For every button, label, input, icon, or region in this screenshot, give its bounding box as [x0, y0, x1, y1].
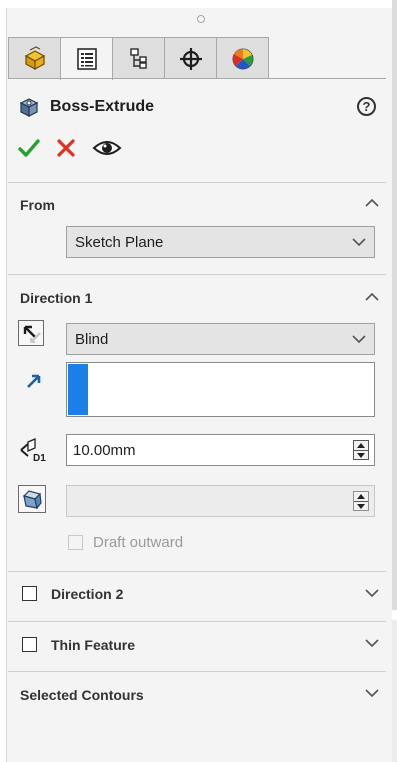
spin-down-icon	[357, 453, 365, 458]
eye-icon	[92, 141, 122, 155]
chevron-down-icon[interactable]	[365, 638, 379, 648]
thin-feature-section-title[interactable]: Thin Feature	[51, 637, 135, 653]
checkmark-icon	[18, 139, 40, 157]
cancel-button[interactable]	[56, 138, 76, 158]
direction1-section-title[interactable]: Direction 1	[20, 290, 92, 306]
help-icon[interactable]: ?	[357, 97, 376, 116]
boss-extrude-icon	[19, 98, 39, 117]
manager-tabs	[8, 37, 269, 80]
from-select[interactable]: Sketch Plane	[66, 226, 375, 258]
close-icon	[57, 139, 75, 157]
chevron-down-icon	[352, 335, 366, 344]
draft-angle-input[interactable]	[66, 485, 375, 517]
ok-button[interactable]	[18, 138, 40, 158]
panel-scroll-edge-lower	[392, 620, 397, 762]
dimxpertmanager-icon	[179, 47, 202, 70]
thin-feature-checkbox[interactable]	[22, 637, 37, 652]
selected-contours-section-title[interactable]: Selected Contours	[20, 687, 144, 703]
section-divider	[8, 274, 386, 275]
depth-value: 10.00mm	[73, 441, 136, 459]
spin-divider	[354, 450, 368, 451]
reverse-direction-button[interactable]	[18, 320, 44, 346]
tabs-divider	[8, 78, 386, 79]
end-condition-select[interactable]: Blind	[66, 323, 375, 355]
depth-input[interactable]: 10.00mm	[66, 434, 375, 466]
from-section-title[interactable]: From	[20, 197, 55, 213]
section-divider	[8, 621, 386, 622]
action-buttons	[18, 138, 122, 158]
draft-angle-spinner[interactable]	[353, 491, 369, 511]
draft-outward-checkbox[interactable]	[68, 535, 83, 550]
chevron-up-icon[interactable]	[365, 198, 379, 208]
section-divider	[8, 571, 386, 572]
chevron-down-icon	[352, 238, 366, 247]
direction2-section-title[interactable]: Direction 2	[51, 586, 123, 602]
feature-header: Boss-Extrude ?	[18, 94, 378, 120]
spin-up-icon	[357, 443, 365, 448]
propertymanager-icon	[76, 48, 97, 70]
depth-spinner[interactable]	[353, 440, 369, 460]
draft-toggle-button[interactable]	[18, 485, 46, 513]
panel-scroll-edge	[392, 0, 397, 610]
preview-button[interactable]	[92, 138, 122, 158]
from-select-value: Sketch Plane	[75, 233, 164, 251]
featuremanager-icon	[24, 45, 45, 70]
tab-propertymanager[interactable]	[60, 37, 113, 80]
chevron-down-icon[interactable]	[365, 588, 379, 598]
displaymanager-icon	[232, 48, 253, 69]
direction-reference-selection	[68, 364, 88, 415]
configurationmanager-icon	[129, 47, 147, 69]
draft-outward-label: Draft outward	[93, 534, 184, 551]
direction-reference-list[interactable]	[66, 362, 375, 417]
spin-up-icon	[357, 494, 365, 499]
chevron-down-icon[interactable]	[365, 688, 379, 698]
end-condition-value: Blind	[75, 330, 109, 348]
spin-down-icon	[357, 504, 365, 509]
tab-featuremanager[interactable]	[8, 37, 61, 79]
page-title: Boss-Extrude	[50, 98, 155, 115]
direction2-checkbox[interactable]	[22, 586, 37, 601]
draft-icon	[22, 490, 42, 510]
panel-grip-handle[interactable]	[197, 15, 205, 23]
direction-vector-icon	[27, 374, 41, 388]
depth-icon: D1	[20, 438, 46, 464]
tab-configurationmanager[interactable]	[112, 37, 165, 79]
reverse-direction-icon	[23, 325, 41, 343]
svg-text:D1: D1	[33, 453, 46, 464]
spin-divider	[354, 501, 368, 502]
section-divider	[8, 671, 386, 672]
chevron-up-icon[interactable]	[365, 292, 379, 302]
tab-displaymanager[interactable]	[216, 37, 269, 79]
tab-dimxpertmanager[interactable]	[164, 37, 217, 79]
section-divider	[8, 182, 386, 183]
